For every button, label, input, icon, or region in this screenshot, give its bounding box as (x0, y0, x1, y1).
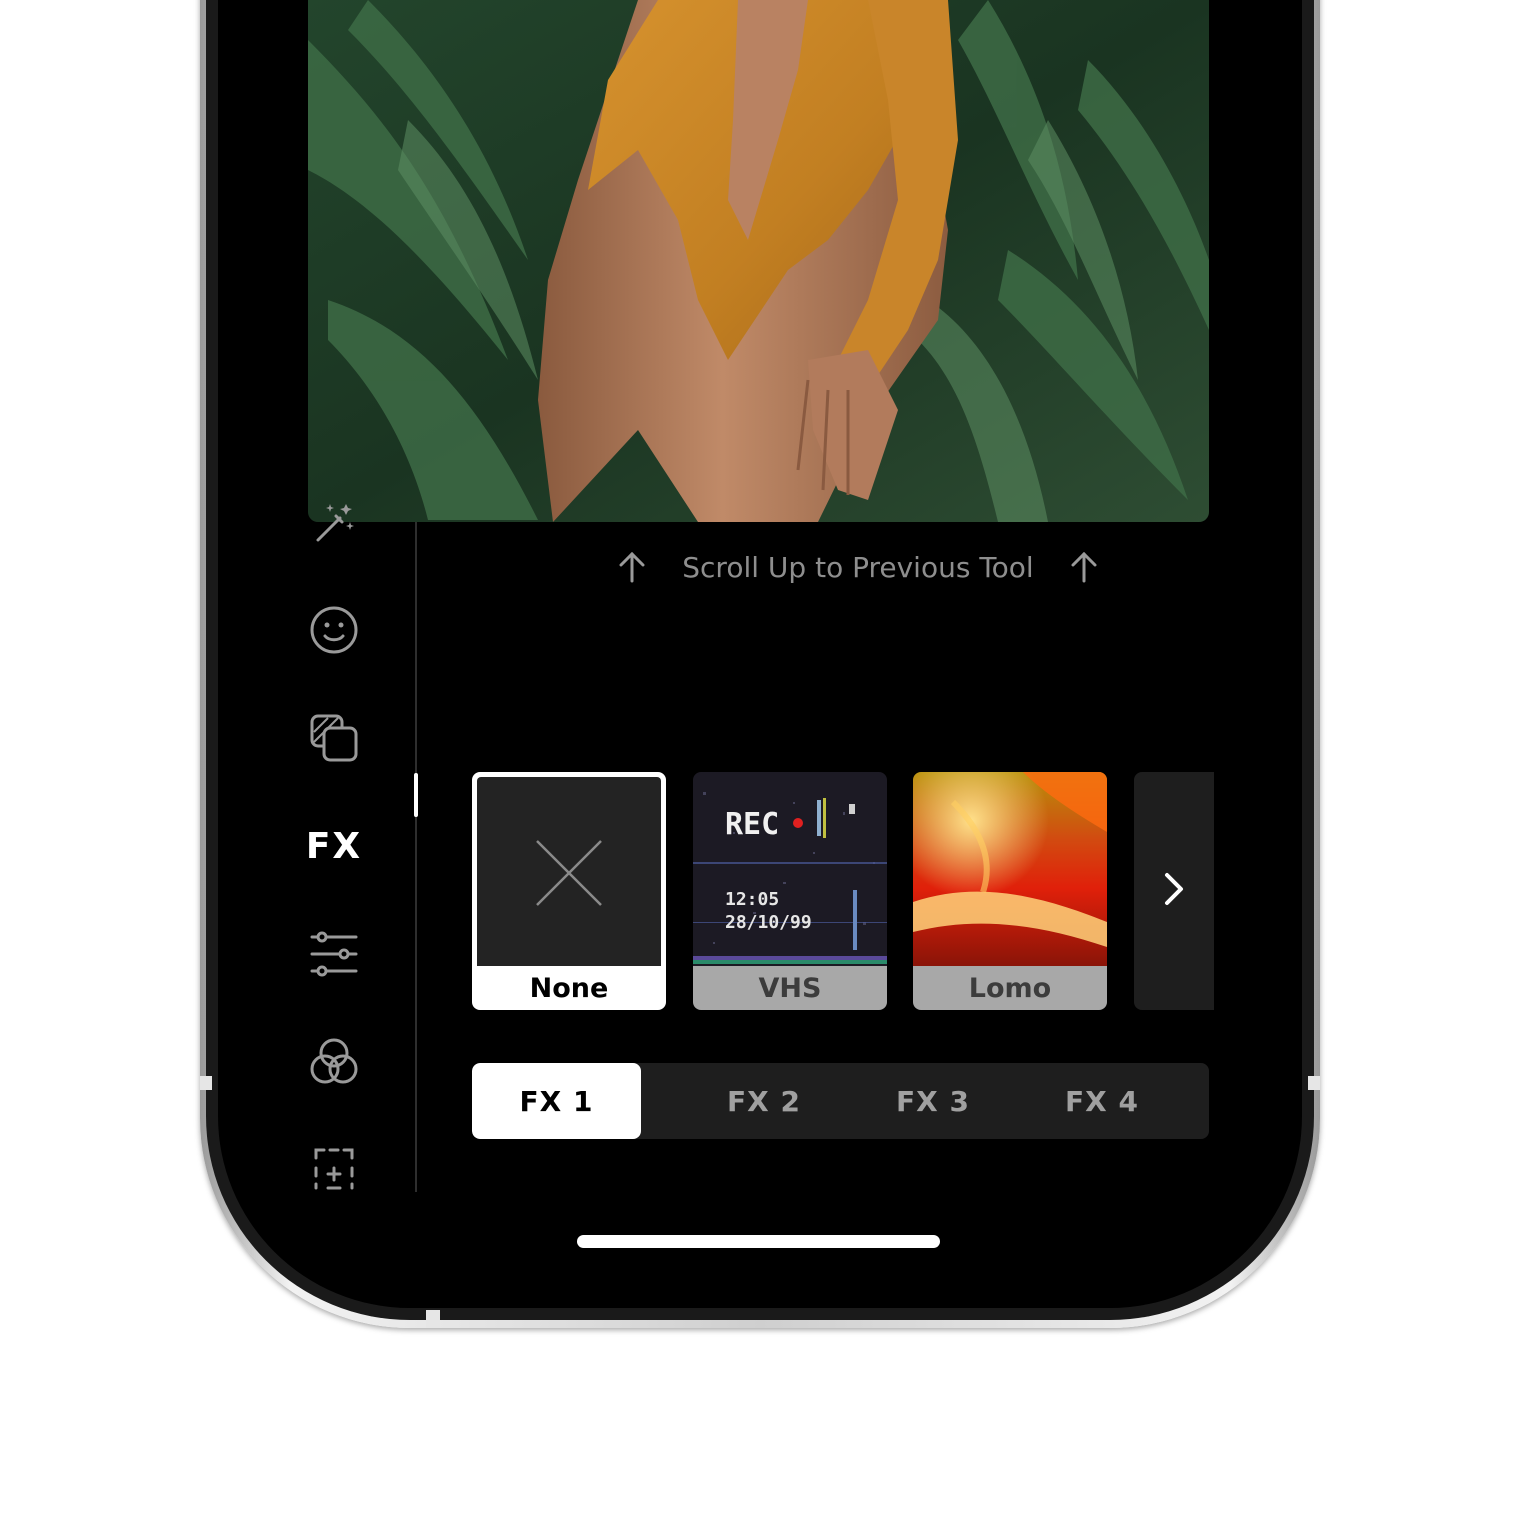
tab-fx-4[interactable]: FX 4 (1010, 1063, 1194, 1139)
effect-label: None (529, 972, 609, 1004)
antenna-band-left (200, 1076, 212, 1090)
effect-label: VHS (693, 966, 887, 1010)
effect-card-none[interactable]: None (472, 772, 666, 1010)
photo-preview (308, 0, 1209, 522)
magic-wand-icon[interactable] (306, 494, 362, 550)
fx-tool-label: FX (305, 825, 363, 867)
effect-label: Lomo (913, 966, 1107, 1010)
effect-card-vhs[interactable]: REC 12:05 28/10/99 VHS (693, 772, 887, 1010)
scroll-up-label: Scroll Up to Previous Tool (682, 550, 1034, 584)
fx-tool[interactable]: FX (306, 818, 362, 874)
home-indicator[interactable] (577, 1235, 940, 1248)
arrow-up-icon (618, 551, 646, 583)
tab-fx-2[interactable]: FX 2 (672, 1063, 856, 1139)
effect-thumb-lomo (913, 772, 1107, 966)
chevron-right-icon (1162, 871, 1186, 911)
more-effects-button[interactable] (1134, 772, 1214, 1010)
fx-slot-selector: FX 1 FX 2 FX 3 FX 4 (472, 1063, 1209, 1139)
tab-fx-1[interactable]: FX 1 (472, 1063, 641, 1139)
effect-card-lomo[interactable]: Lomo (913, 772, 1107, 1010)
sidebar-scroll-marker (414, 773, 418, 817)
antenna-band-right (1308, 1076, 1320, 1090)
vhs-time-text: 12:05 (725, 889, 779, 910)
app-screen: FX Scroll Up to Previous Tool None REC 1… (218, 0, 1302, 1308)
scroll-up-hint[interactable]: Scroll Up to Previous Tool (558, 544, 1158, 590)
vhs-rec-text: REC (725, 807, 779, 842)
color-circles-icon[interactable] (306, 1034, 362, 1090)
face-icon[interactable] (306, 602, 362, 658)
arrow-up-icon (1070, 551, 1098, 583)
vhs-date-text: 28/10/99 (725, 912, 812, 933)
effect-thumb-vhs: REC 12:05 28/10/99 (693, 772, 887, 966)
sidebar-divider (415, 522, 417, 1192)
none-x-icon (536, 840, 602, 906)
crop-icon[interactable] (306, 1140, 362, 1196)
layers-icon[interactable] (306, 710, 362, 766)
effect-thumb-none (477, 777, 661, 966)
sliders-icon[interactable] (306, 926, 362, 982)
tab-fx-3[interactable]: FX 3 (841, 1063, 1025, 1139)
antenna-band-bottom (426, 1310, 440, 1328)
